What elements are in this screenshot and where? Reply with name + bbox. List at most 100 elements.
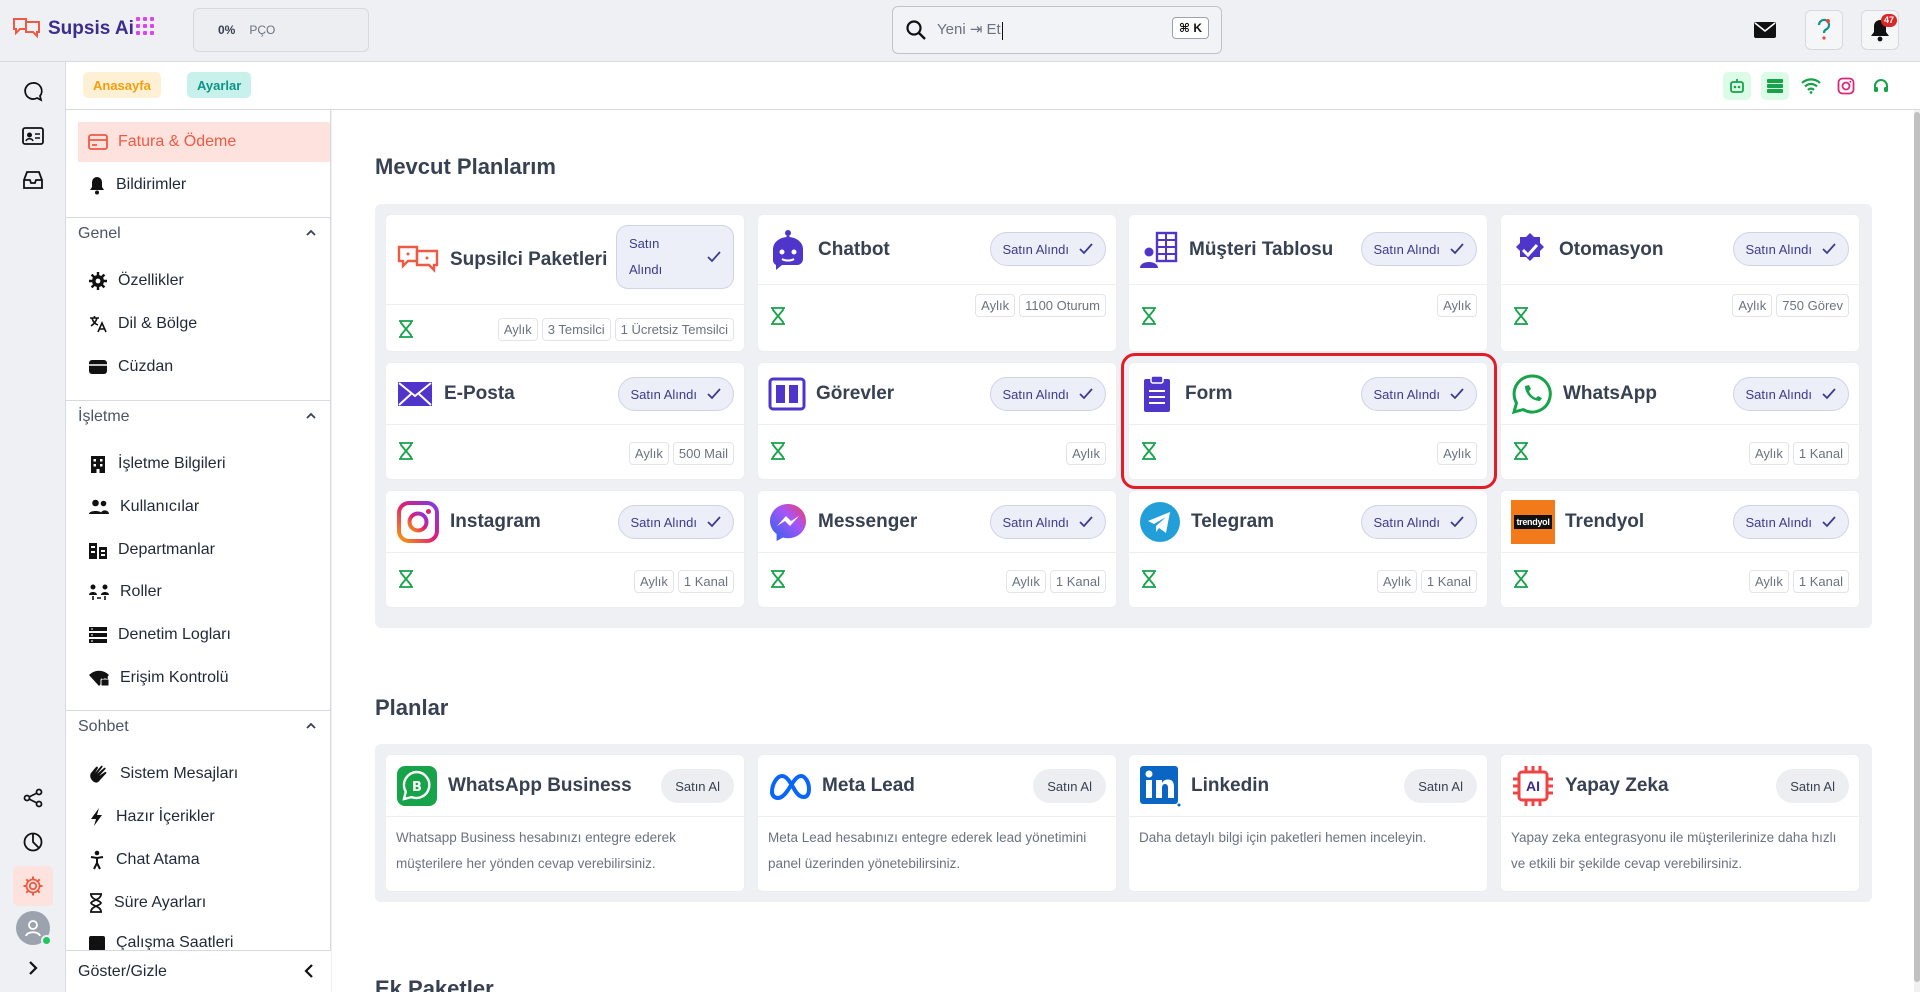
sidebar-section-chat[interactable]: Sohbet: [66, 710, 331, 742]
plan-card-instagram[interactable]: Instagram Satın Alındı Aylık 1 Kanal: [385, 490, 745, 608]
chevron-up-icon: [306, 722, 316, 729]
purchased-button[interactable]: Satın Alındı: [1732, 505, 1849, 539]
sidebar-item-billing[interactable]: Fatura & Ödeme: [78, 122, 330, 162]
check-icon: [1079, 243, 1093, 255]
online-status-dot: [41, 935, 52, 946]
sidebar-item-access-control[interactable]: Erişim Kontrolü: [78, 658, 330, 698]
lightning-icon: [91, 808, 102, 826]
sidebar-item-roles[interactable]: Roller: [78, 572, 330, 612]
sidebar-item-canned-responses[interactable]: Hazır İçerikler: [78, 797, 330, 837]
sidebar-item-business-info[interactable]: İşletme Bilgileri: [78, 444, 330, 484]
check-icon: [1822, 388, 1836, 400]
plan-card-telegram[interactable]: Telegram Satın Alındı Aylık 1 Kanal: [1128, 490, 1488, 608]
rail-expand-button[interactable]: [13, 948, 53, 988]
purchased-button[interactable]: Satın Alındı: [989, 505, 1106, 539]
sidebar-section-general[interactable]: Genel: [66, 217, 331, 249]
plan-card-trendyol[interactable]: trendyol Trendyol Satın Alındı Aylık 1 Ka…: [1500, 490, 1860, 608]
purchased-button[interactable]: Satın Alındı: [989, 377, 1106, 411]
rail-share-button[interactable]: [13, 778, 53, 818]
brand[interactable]: Supsis Ai: [12, 16, 134, 42]
mail-button[interactable]: [1746, 10, 1784, 50]
rail-chat-button[interactable]: [13, 72, 53, 112]
sidebar-item-language[interactable]: Dil & Bölge: [78, 304, 330, 344]
buy-button[interactable]: Satın Al: [1776, 769, 1849, 803]
sidebar-item-time-settings[interactable]: Süre Ayarları: [78, 883, 330, 923]
breadcrumb-home[interactable]: Anasayfa: [83, 72, 161, 98]
purchased-button[interactable]: Satın Alındı: [1360, 232, 1477, 266]
plan-tag: 1 Kanal: [1420, 570, 1477, 593]
sidebar-item-notifications[interactable]: Bildirimler: [78, 165, 330, 205]
sidebar-item-chat-assignment[interactable]: Chat Atama: [78, 840, 330, 880]
plan-card-tasks[interactable]: Görevler Satın Alındı Aylık: [757, 362, 1117, 480]
sidebar-toggle-label: Göster/Gizle: [78, 962, 167, 980]
plan-tag: Aylık: [1376, 570, 1417, 593]
check-icon: [1450, 243, 1464, 255]
plan-card-ai[interactable]: AI Yapay Zeka Satın Al Yapay zeka entegr…: [1500, 754, 1860, 892]
list-status-button[interactable]: [1761, 72, 1789, 100]
notifications-button[interactable]: 47: [1861, 10, 1899, 50]
sidebar-section-business[interactable]: İşletme: [66, 400, 331, 432]
hourglass-icon: [771, 570, 785, 588]
help-button[interactable]: [1805, 10, 1843, 50]
rail-reports-button[interactable]: [13, 822, 53, 862]
building-icon: [91, 456, 105, 473]
breadcrumb-current[interactable]: Ayarlar: [187, 72, 252, 98]
plan-card-chatbot[interactable]: Chatbot Satın Alındı Aylık 1100 Oturum: [757, 214, 1117, 352]
connection-status-button[interactable]: [1797, 72, 1825, 100]
messenger-icon: [770, 503, 806, 541]
sidebar-item-label: Chat Atama: [116, 851, 200, 868]
purchased-button[interactable]: Satın Alındı: [1732, 232, 1849, 266]
sidebar-item-users[interactable]: Kullanıcılar: [78, 487, 330, 527]
rail-contacts-button[interactable]: [13, 116, 53, 156]
main-scrollbar[interactable]: [1914, 110, 1920, 992]
plan-description: Yapay zeka entegrasyonu ile müşterilerin…: [1511, 830, 1837, 871]
sidebar-item-features[interactable]: Özellikler: [78, 261, 330, 301]
buy-button[interactable]: Satın Al: [1033, 769, 1106, 803]
pie-chart-icon: [23, 832, 43, 852]
plan-tag: Aylık: [1437, 294, 1477, 317]
sidebar-item-wallet[interactable]: Cüzdan: [78, 347, 330, 387]
purchased-button[interactable]: Satın Alındı: [617, 377, 734, 411]
ai-chip-icon: AI: [1511, 764, 1555, 808]
plan-card-meta-lead[interactable]: Meta Lead Satın Al Meta Lead hesabınızı …: [757, 754, 1117, 892]
plan-card-automation[interactable]: Otomasyon Satın Alındı Aylık 750 Görev: [1500, 214, 1860, 352]
purchased-button[interactable]: Satın Alındı: [1360, 505, 1477, 539]
search-input[interactable]: Yeni ⇥ Et ⌘ K: [892, 6, 1222, 54]
plan-card-whatsapp[interactable]: WhatsApp Satın Alındı Aylık 1 Kanal: [1500, 362, 1860, 480]
sidebar-item-working-hours[interactable]: Çalışma Saatleri: [78, 926, 330, 950]
plan-name: WhatsApp: [1563, 382, 1657, 404]
check-icon: [1079, 388, 1093, 400]
plan-card-supsilci[interactable]: Supsilci Paketleri Satın Alındı Aylık 3 Te…: [385, 214, 745, 352]
sidebar-item-departments[interactable]: Departmanlar: [78, 530, 330, 570]
purchased-button[interactable]: Satın Alındı: [1732, 377, 1849, 411]
support-status-button[interactable]: [1867, 72, 1895, 100]
chevron-up-icon: [306, 229, 316, 236]
sidebar-item-audit-logs[interactable]: Denetim Logları: [78, 615, 330, 655]
sidebar-item-system-messages[interactable]: Sistem Mesajları: [78, 754, 330, 794]
plan-card-email[interactable]: E-Posta Satın Alındı Aylık 500 Mail: [385, 362, 745, 480]
buy-button[interactable]: Satın Al: [1404, 769, 1477, 803]
plan-card-customer-table[interactable]: Müşteri Tablosu Satın Alındı Aylık: [1128, 214, 1488, 352]
apps-grid-icon[interactable]: [136, 17, 154, 35]
bot-status-button[interactable]: [1723, 72, 1751, 100]
sidebar-section-title: İşletme: [78, 407, 130, 425]
instagram-status-button[interactable]: [1832, 72, 1860, 100]
sidebar-toggle[interactable]: Göster/Gizle: [66, 950, 331, 992]
purchased-button[interactable]: Satın Alındı: [989, 232, 1106, 266]
purchased-button[interactable]: Satın Alındı: [617, 505, 734, 539]
svg-text:B: B: [412, 780, 422, 795]
rail-settings-button[interactable]: [13, 866, 53, 906]
buy-button[interactable]: Satın Al: [661, 769, 734, 803]
meta-icon: [769, 773, 812, 800]
sidebar-item-label: Denetim Logları: [118, 626, 231, 643]
automation-gear-icon: [1516, 232, 1544, 261]
scrollbar-thumb[interactable]: [1914, 112, 1920, 982]
plan-card-linkedin[interactable]: Linkedin Satın Al Daha detaylı bilgi içi…: [1128, 754, 1488, 892]
left-rail: [0, 62, 66, 992]
purchased-button[interactable]: Satın Alındı: [616, 225, 734, 289]
rail-inbox-button[interactable]: [13, 160, 53, 200]
plan-card-whatsapp-business[interactable]: B WhatsApp Business Satın Al Whatsapp Bu…: [385, 754, 745, 892]
avatar[interactable]: [16, 911, 52, 946]
progress-indicator[interactable]: 0% PÇO: [193, 8, 369, 52]
plan-card-messenger[interactable]: Messenger Satın Alındı Aylık 1 Kanal: [757, 490, 1117, 608]
